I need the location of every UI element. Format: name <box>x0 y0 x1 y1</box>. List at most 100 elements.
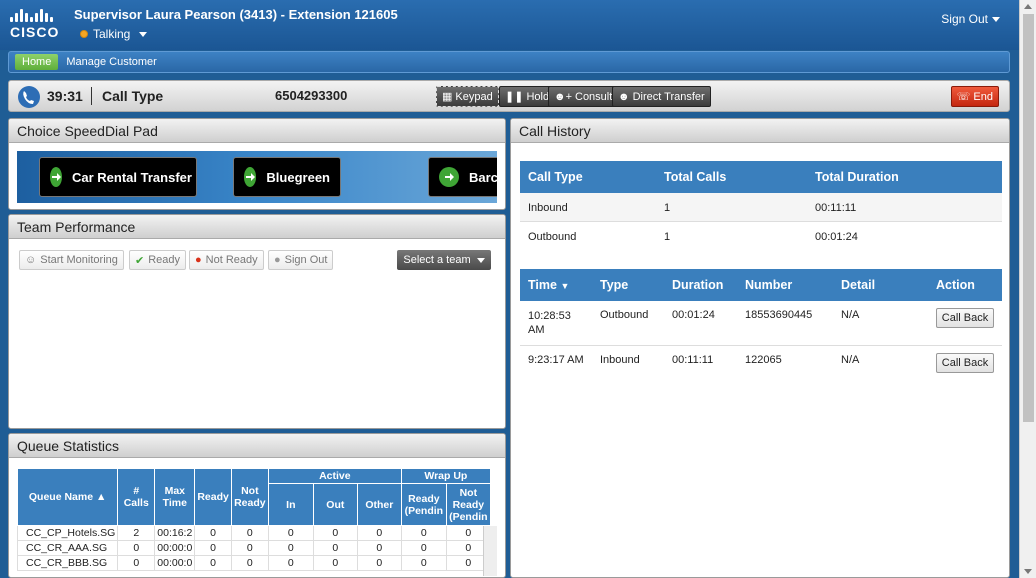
agent-status-label: Talking <box>93 27 131 41</box>
hold-label: Hold <box>526 90 550 103</box>
table-row[interactable]: Outbound 1 00:01:24 <box>520 222 1002 251</box>
ready-icon: ✔ <box>135 254 145 267</box>
table-row[interactable]: CC_CP_Hotels.SG 2 00:16:2 0 0 0 0 0 0 0 <box>17 525 491 541</box>
not-ready-label: Not Ready <box>205 254 258 266</box>
hang-up-icon: ☏ <box>956 91 971 103</box>
speeddial-label: Barcl <box>469 169 497 185</box>
status-talking-icon <box>80 30 88 38</box>
sort-down-icon: ▼ <box>560 281 570 291</box>
table-row[interactable]: 9:23:17 AM Inbound 00:11:11 122065 N/A C… <box>520 346 1002 380</box>
add-user-icon: ☻+ <box>554 90 572 103</box>
page-scrollbar[interactable] <box>1019 0 1036 578</box>
hold-button[interactable]: ❚❚ Hold <box>499 86 556 107</box>
consult-label: Consult <box>575 90 613 103</box>
scroll-up-icon[interactable] <box>1024 4 1032 9</box>
consult-button[interactable]: ☻+ Consult <box>548 86 619 107</box>
not-ready-button[interactable]: ● Not Ready <box>189 250 264 270</box>
nav-bar: Home Manage Customer <box>8 51 1010 73</box>
speeddial-label: Car Rental Transfer <box>72 169 192 185</box>
start-monitoring-button[interactable]: ☺ Start Monitoring <box>19 250 124 270</box>
speeddial-barcl[interactable]: Barcl <box>428 157 497 197</box>
direct-transfer-button[interactable]: ☻ Direct Transfer <box>612 86 711 107</box>
call-back-button[interactable]: Call Back <box>936 353 994 373</box>
queue-stats-table: Queue Name ▲ # Calls Max Time Ready Not … <box>17 468 491 571</box>
call-history-panel: Call History Call Type Total Calls Total… <box>510 118 1010 578</box>
arrow-right-icon <box>50 167 62 187</box>
summary-header-row: Call Type Total Calls Total Duration <box>520 161 1002 193</box>
table-row[interactable]: Inbound 1 00:11:11 <box>520 193 1002 222</box>
col-number[interactable]: Number <box>745 278 792 292</box>
speeddial-bluegreen[interactable]: Bluegreen <box>233 157 341 197</box>
call-timer: 39:31 <box>47 88 83 104</box>
agent-status-dropdown[interactable]: Talking <box>80 27 148 41</box>
col-other[interactable]: Other <box>356 483 402 526</box>
col-max-time[interactable]: Max Time <box>154 468 196 526</box>
detail-header-row: Time ▼ Type Duration Number Detail Actio… <box>520 269 1002 301</box>
col-time[interactable]: Time ▼ <box>528 278 569 292</box>
keypad-button[interactable]: ▦ Keypad <box>436 86 499 107</box>
chevron-down-icon <box>476 257 485 263</box>
tab-manage-customer[interactable]: Manage Customer <box>66 56 157 68</box>
col-total-calls[interactable]: Total Calls <box>664 170 726 184</box>
call-history-title: Call History <box>511 119 1009 143</box>
col-call-type[interactable]: Call Type <box>528 170 583 184</box>
divider <box>91 87 92 105</box>
col-wrap-not-ready[interactable]: Not Ready (Pendin <box>445 483 491 526</box>
team-sign-out-label: Sign Out <box>284 254 328 266</box>
col-queue-name[interactable]: Queue Name ▲ <box>17 468 119 526</box>
sign-out-icon: ● <box>274 254 281 266</box>
col-in[interactable]: In <box>267 483 314 526</box>
speeddial-panel: Choice SpeedDial Pad Car Rental Transfer… <box>8 118 506 210</box>
call-back-button[interactable]: Call Back <box>936 308 994 328</box>
speeddial-car-rental-transfer[interactable]: Car Rental Transfer <box>39 157 197 197</box>
transfer-user-icon: ☻ <box>618 90 630 103</box>
call-control-bar: 39:31 Call Type 6504293300 ▦ Keypad ❚❚ H… <box>8 80 1010 112</box>
col-group-active: Active <box>267 468 402 484</box>
team-performance-panel: Team Performance ☺ Start Monitoring ✔ Re… <box>8 214 506 429</box>
speeddial-label: Bluegreen <box>266 169 330 185</box>
arrow-right-icon <box>439 167 459 187</box>
col-out[interactable]: Out <box>312 483 358 526</box>
table-row[interactable]: CC_CR_BBB.SG 0 00:00:0 0 0 0 0 0 0 0 <box>17 555 491 571</box>
scroll-down-icon[interactable] <box>1024 569 1032 574</box>
call-type-label: Call Type <box>102 88 164 104</box>
keypad-label: Keypad <box>455 90 493 103</box>
queue-statistics-panel: Queue Statistics Queue Name ▲ # Calls Ma… <box>8 433 506 578</box>
headset-icon: ☺ <box>25 254 37 266</box>
col-detail[interactable]: Detail <box>841 278 875 292</box>
sign-out-menu[interactable]: Sign Out <box>941 12 1000 26</box>
col-type[interactable]: Type <box>600 278 628 292</box>
scrollbar-thumb[interactable] <box>1023 14 1034 422</box>
col-total-duration[interactable]: Total Duration <box>815 170 899 184</box>
pause-icon: ❚❚ <box>505 91 524 103</box>
start-monitoring-label: Start Monitoring <box>40 254 118 266</box>
select-team-label: Select a team <box>403 254 471 266</box>
not-ready-icon: ● <box>195 254 202 266</box>
agent-title: Supervisor Laura Pearson (3413) - Extens… <box>74 7 398 22</box>
direct-transfer-label: Direct Transfer <box>632 90 705 103</box>
phone-icon <box>18 86 40 108</box>
col-action[interactable]: Action <box>936 278 975 292</box>
col-duration[interactable]: Duration <box>672 278 723 292</box>
col-wrap-ready[interactable]: Ready (Pendin <box>400 483 447 526</box>
col-ready[interactable]: Ready <box>194 468 232 526</box>
table-row[interactable]: CC_CR_AAA.SG 0 00:00:0 0 0 0 0 0 0 0 <box>17 540 491 556</box>
arrow-right-icon <box>244 167 257 187</box>
sign-out-label: Sign Out <box>941 12 988 26</box>
table-row[interactable]: 10:28:53 AM Outbound 00:01:24 1855369044… <box>520 301 1002 346</box>
select-team-dropdown[interactable]: Select a team <box>397 250 491 270</box>
chevron-down-icon <box>139 31 148 37</box>
app-header: CISCO Supervisor Laura Pearson (3413) - … <box>0 0 1020 50</box>
queue-table-scrollbar[interactable] <box>483 526 497 576</box>
col-calls[interactable]: # Calls <box>117 468 156 526</box>
queue-statistics-title: Queue Statistics <box>9 434 505 458</box>
ready-button[interactable]: ✔ Ready <box>129 250 187 270</box>
ready-label: Ready <box>148 254 181 266</box>
col-not-ready[interactable]: Not Ready <box>230 468 269 526</box>
speeddial-title: Choice SpeedDial Pad <box>9 119 505 143</box>
team-performance-title: Team Performance <box>9 215 505 239</box>
team-sign-out-button[interactable]: ● Sign Out <box>268 250 334 270</box>
queue-stats-table-wrap: Queue Name ▲ # Calls Max Time Ready Not … <box>17 468 497 576</box>
end-call-button[interactable]: ☏ End <box>950 86 999 107</box>
tab-home[interactable]: Home <box>15 54 59 70</box>
